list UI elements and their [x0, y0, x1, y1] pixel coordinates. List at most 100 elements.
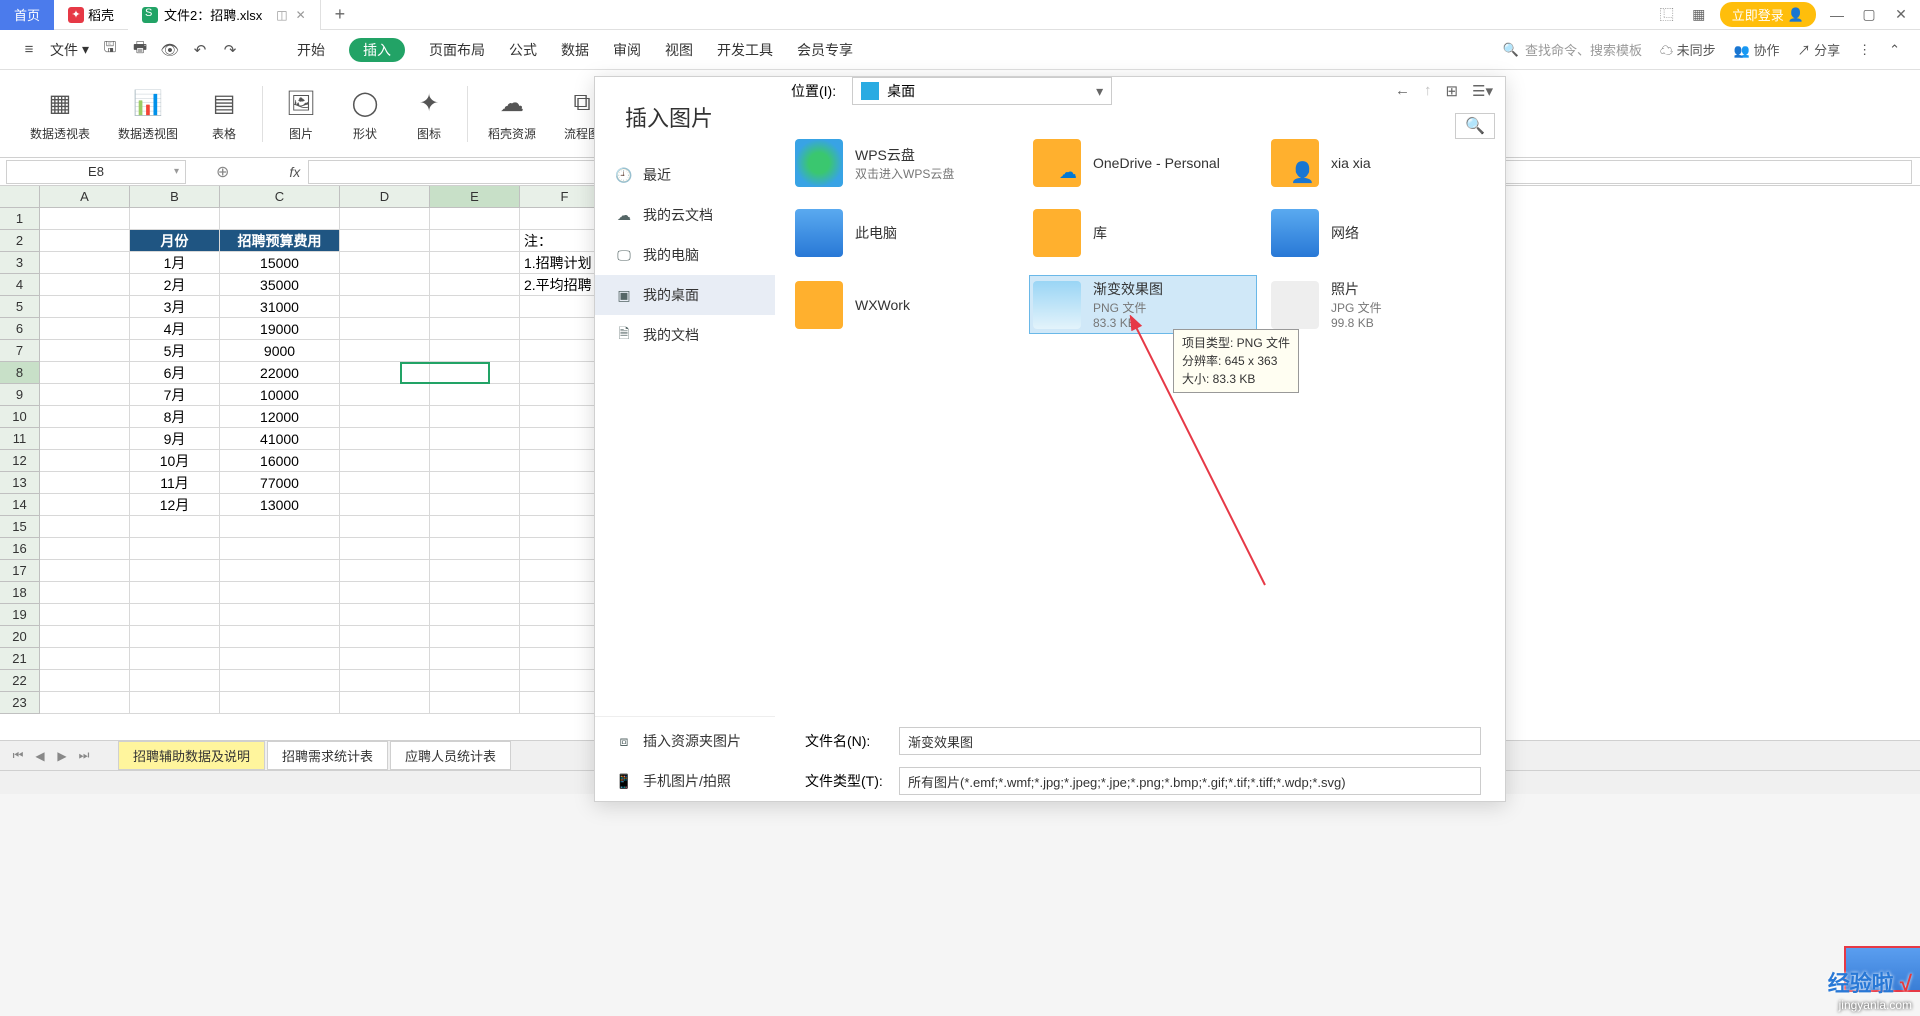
sheet-nav-last[interactable]: ⏭: [74, 748, 94, 763]
cell[interactable]: [340, 604, 430, 626]
cell[interactable]: [430, 604, 520, 626]
file-gradient[interactable]: 渐变效果图PNG 文件83.3 KB: [1029, 275, 1257, 334]
sidebar-docs[interactable]: 🗎我的文档: [595, 315, 775, 355]
cell[interactable]: [340, 626, 430, 648]
row-header[interactable]: 2: [0, 230, 40, 252]
cell[interactable]: [130, 516, 220, 538]
up-icon[interactable]: ↑: [1424, 82, 1432, 100]
cell[interactable]: [40, 252, 130, 274]
file-libraries[interactable]: 库: [1029, 205, 1257, 261]
sheet-nav-next[interactable]: ▶: [52, 749, 72, 763]
cell[interactable]: [40, 384, 130, 406]
cell[interactable]: [220, 648, 340, 670]
sidebar-cloud[interactable]: ☁我的云文档: [595, 195, 775, 235]
cell[interactable]: [340, 208, 430, 230]
cell[interactable]: 9000: [220, 340, 340, 362]
row-header[interactable]: 16: [0, 538, 40, 560]
file-onedrive[interactable]: ☁ OneDrive - Personal: [1029, 135, 1257, 191]
icon-button[interactable]: ✦图标: [397, 85, 461, 142]
cell[interactable]: 12000: [220, 406, 340, 428]
row-header[interactable]: 21: [0, 648, 40, 670]
file-wps-cloud[interactable]: WPS云盘双击进入WPS云盘: [791, 135, 1019, 191]
docer-res-button[interactable]: ☁稻壳资源: [474, 85, 550, 142]
row-header[interactable]: 7: [0, 340, 40, 362]
file-menu[interactable]: 文件▾: [50, 40, 89, 60]
row-header[interactable]: 23: [0, 692, 40, 714]
cell[interactable]: [340, 274, 430, 296]
cell[interactable]: [40, 516, 130, 538]
cell[interactable]: [220, 516, 340, 538]
cell[interactable]: [40, 406, 130, 428]
login-button[interactable]: 立即登录 👤: [1720, 2, 1816, 27]
menu-icon[interactable]: ≡: [20, 41, 38, 59]
apps-icon[interactable]: ▦: [1688, 4, 1710, 26]
menu-data[interactable]: 数据: [561, 40, 589, 60]
cell[interactable]: [340, 538, 430, 560]
cell[interactable]: 41000: [220, 428, 340, 450]
cell[interactable]: 22000: [220, 362, 340, 384]
tab-close-icon[interactable]: ✕: [296, 8, 306, 22]
col-header[interactable]: A: [40, 186, 130, 208]
cell[interactable]: [220, 604, 340, 626]
minimize-icon[interactable]: —: [1826, 4, 1848, 26]
cell[interactable]: [340, 252, 430, 274]
tab-file[interactable]: 文件2：招聘.xlsx ◫ ✕: [128, 0, 321, 30]
cell[interactable]: [40, 274, 130, 296]
sidebar-phone[interactable]: 📱手机图片/拍照: [595, 761, 775, 801]
cell[interactable]: 3月: [130, 296, 220, 318]
cell[interactable]: [430, 538, 520, 560]
row-header[interactable]: 22: [0, 670, 40, 692]
cell[interactable]: [340, 516, 430, 538]
cell[interactable]: [40, 230, 130, 252]
cell[interactable]: [430, 362, 520, 384]
more-icon[interactable]: ⋮: [1858, 42, 1871, 58]
cell[interactable]: [40, 296, 130, 318]
cell[interactable]: [130, 626, 220, 648]
cell[interactable]: [340, 494, 430, 516]
layout-toggle-icon[interactable]: ⿺: [1656, 4, 1678, 26]
row-header[interactable]: 6: [0, 318, 40, 340]
cell[interactable]: [130, 670, 220, 692]
sheet-tab-1[interactable]: 招聘辅助数据及说明: [118, 741, 265, 770]
save-icon[interactable]: 🖫: [101, 41, 119, 59]
cell[interactable]: [340, 472, 430, 494]
cell[interactable]: [430, 648, 520, 670]
pivot-chart-button[interactable]: 📊数据透视图: [104, 85, 192, 142]
cell[interactable]: [430, 582, 520, 604]
cell[interactable]: [220, 626, 340, 648]
row-header[interactable]: 17: [0, 560, 40, 582]
row-header[interactable]: 20: [0, 626, 40, 648]
cell[interactable]: 11月: [130, 472, 220, 494]
cell[interactable]: [340, 230, 430, 252]
cell[interactable]: [430, 384, 520, 406]
search-command[interactable]: 🔍 查找命令、搜索模板: [1503, 40, 1642, 59]
cell[interactable]: 19000: [220, 318, 340, 340]
cell[interactable]: 4月: [130, 318, 220, 340]
cell[interactable]: 招聘预算费用: [220, 230, 340, 252]
undo-icon[interactable]: ↶: [191, 41, 209, 59]
cell[interactable]: [340, 340, 430, 362]
cell[interactable]: 9月: [130, 428, 220, 450]
cell[interactable]: [340, 428, 430, 450]
cell[interactable]: [130, 692, 220, 714]
cell[interactable]: 1月: [130, 252, 220, 274]
cell[interactable]: 6月: [130, 362, 220, 384]
sheet-tab-3[interactable]: 应聘人员统计表: [390, 741, 511, 770]
cell[interactable]: [220, 208, 340, 230]
cell[interactable]: [40, 450, 130, 472]
share-button[interactable]: ↗ 分享: [1797, 40, 1840, 59]
menu-view[interactable]: 视图: [665, 40, 693, 60]
cell[interactable]: [340, 406, 430, 428]
cell[interactable]: 8月: [130, 406, 220, 428]
sheet-nav-first[interactable]: ⏮: [8, 748, 28, 763]
row-header[interactable]: 18: [0, 582, 40, 604]
maximize-icon[interactable]: ▢: [1858, 4, 1880, 26]
cell[interactable]: [40, 626, 130, 648]
cell[interactable]: [130, 560, 220, 582]
cell[interactable]: [430, 274, 520, 296]
cell[interactable]: [340, 318, 430, 340]
cell[interactable]: [220, 670, 340, 692]
menu-member[interactable]: 会员专享: [797, 40, 853, 60]
cell[interactable]: 5月: [130, 340, 220, 362]
row-header[interactable]: 3: [0, 252, 40, 274]
